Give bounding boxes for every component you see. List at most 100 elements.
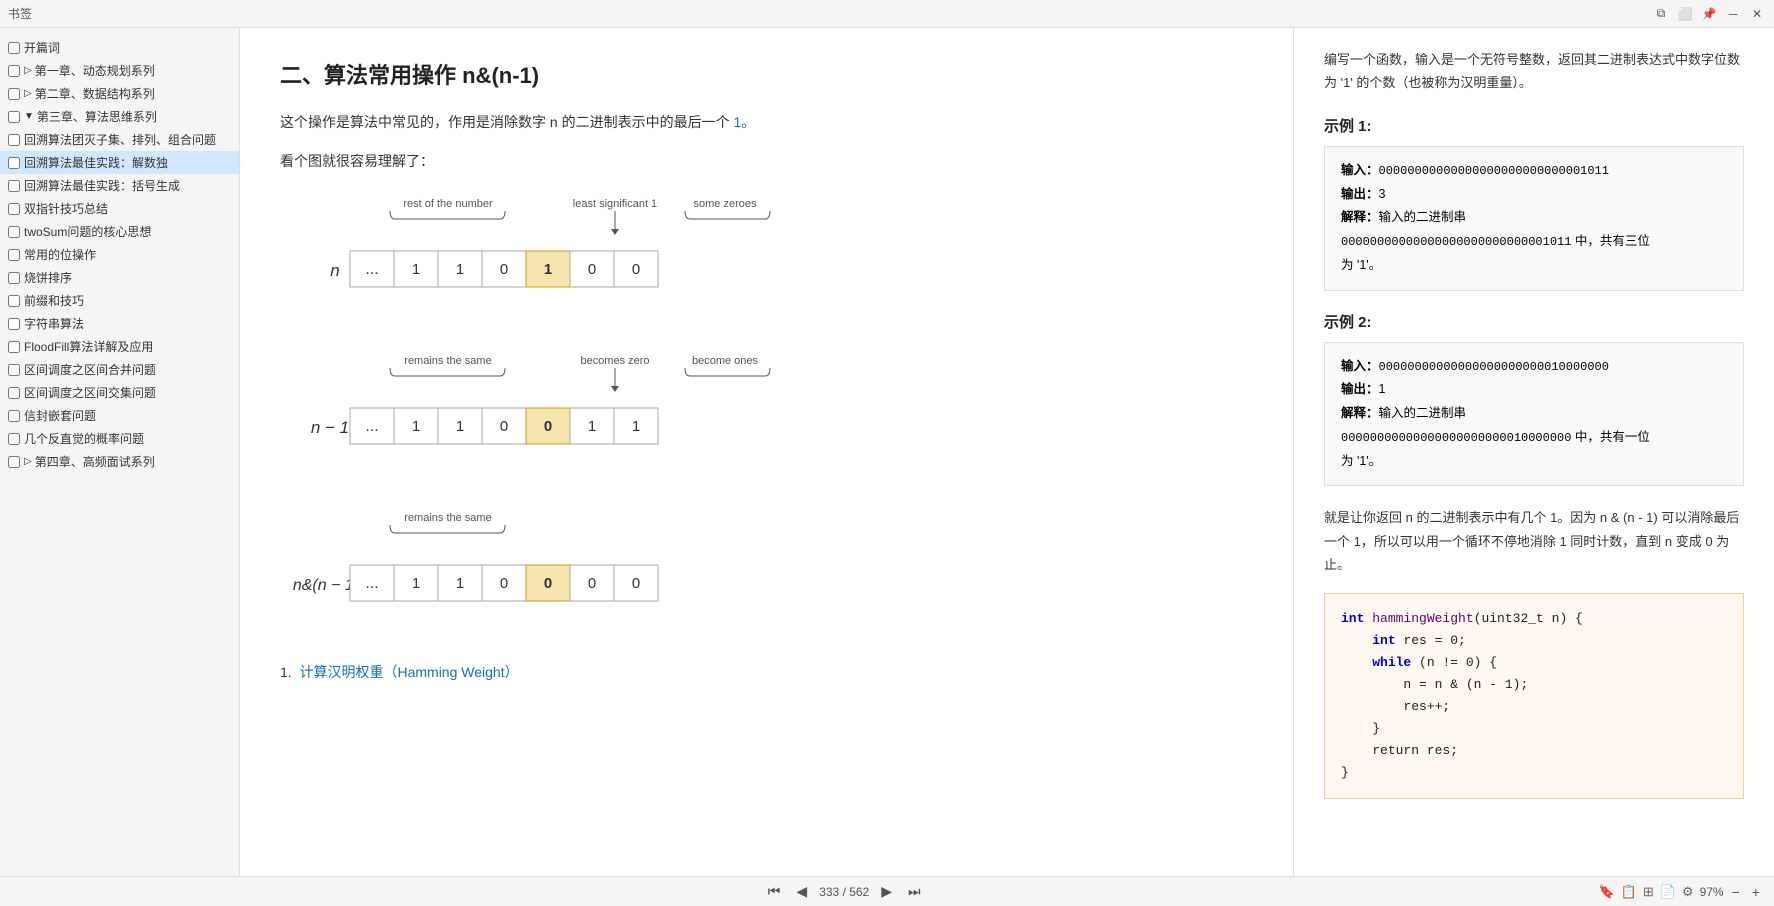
example2-box: 输入：00000000000000000000000010000000 输出：1… <box>1324 342 1744 487</box>
zoom-out-btn[interactable]: − <box>1728 882 1744 902</box>
sidebar-checkbox-ch3-5[interactable] <box>8 226 20 238</box>
sidebar-checkbox-ch2[interactable] <box>8 88 20 100</box>
d2-cell-1c-text: 1 <box>588 418 596 435</box>
example2-output: 输出：1 <box>1341 378 1727 402</box>
title-label: 书签 <box>8 5 32 22</box>
example1-output-val: 3 <box>1379 187 1386 201</box>
sidebar-checkbox-ch3-12[interactable] <box>8 387 20 399</box>
sidebar-label-ch3-4: 双指针技巧总结 <box>24 200 108 217</box>
sidebar-item-ch3-6[interactable]: 常用的位操作 <box>0 243 239 266</box>
sidebar-item-ch3-4[interactable]: 双指针技巧总结 <box>0 197 239 220</box>
sidebar-item-ch3-10[interactable]: FloodFill算法详解及应用 <box>0 335 239 358</box>
nav-last-btn[interactable]: ⏭ <box>904 881 925 902</box>
restore-btn[interactable]: ⧉ <box>1652 5 1670 23</box>
page-layout-btn[interactable]: 📄 <box>1660 884 1676 900</box>
code-line-res: res++; <box>1403 699 1450 714</box>
cell-0b-text: 0 <box>588 261 596 278</box>
desc-text: 这个操作是算法中常见的，作用是消除数字 n 的二进制表示中的最后一个 <box>280 114 730 130</box>
bookmark-icon-btn[interactable]: 🔖 <box>1598 884 1614 900</box>
sidebar-label-ch3-3: 回溯算法最佳实践：括号生成 <box>24 177 180 194</box>
sidebar-checkbox-ch3-2[interactable] <box>8 157 20 169</box>
sidebar-item-ch3-14[interactable]: 几个反直觉的概率问题 <box>0 427 239 450</box>
sidebar-item-ch3-2[interactable]: 回溯算法最佳实践：解数独 <box>0 151 239 174</box>
sidebar-item-ch3-7[interactable]: 烧饼排序 <box>0 266 239 289</box>
sidebar-checkbox-kaipian[interactable] <box>8 42 20 54</box>
description: 这个操作是算法中常见的，作用是消除数字 n 的二进制表示中的最后一个 1。 <box>280 110 1253 135</box>
sidebar-checkbox-ch3-9[interactable] <box>8 318 20 330</box>
sidebar-checkbox-ch1[interactable] <box>8 65 20 77</box>
sidebar-checkbox-ch3-11[interactable] <box>8 364 20 376</box>
sidebar-item-ch2[interactable]: ▷ 第二章、数据结构系列 <box>0 82 239 105</box>
sidebar-checkbox-ch3-6[interactable] <box>8 249 20 261</box>
sidebar-item-ch4[interactable]: ▷ 第四章、高频面试系列 <box>0 450 239 473</box>
sidebar-checkbox-ch3-7[interactable] <box>8 272 20 284</box>
right-desc: 编写一个函数，输入是一个无符号整数，返回其二进制表达式中数字位数为 '1' 的个… <box>1324 48 1744 95</box>
ann-lsb-label: least significant 1 <box>573 198 657 210</box>
code-close-brace2: } <box>1341 765 1349 780</box>
ann-remains-brace <box>390 368 505 376</box>
sidebar-checkbox-ch3-8[interactable] <box>8 295 20 307</box>
code-kw-int2: int <box>1372 633 1395 648</box>
ann-becomes-zero-arrow <box>611 386 619 392</box>
cell-0c-text: 0 <box>632 261 640 278</box>
nav-first-btn[interactable]: ⏮ <box>764 881 785 902</box>
code-res-decl: res = 0; <box>1403 633 1465 648</box>
hw-item-link[interactable]: 计算汉明权重（Hamming Weight） <box>299 664 518 680</box>
sidebar-item-ch3-8[interactable]: 前缀和技巧 <box>0 289 239 312</box>
sidebar-checkbox-ch3-1[interactable] <box>8 134 20 146</box>
example2-input-code: 00000000000000000000000010000000 <box>1379 360 1609 374</box>
desc-link[interactable]: 1。 <box>730 114 756 130</box>
ann-remains-label: remains the same <box>404 355 491 367</box>
page-indicator: 333 / 562 <box>819 885 869 899</box>
code-block: int hammingWeight(uint32_t n) { int res … <box>1324 593 1744 800</box>
sidebar-item-ch3-3[interactable]: 回溯算法最佳实践：括号生成 <box>0 174 239 197</box>
sidebar-item-kaipian[interactable]: 开篇词 <box>0 36 239 59</box>
d3-cell-0c-text: 0 <box>632 575 640 592</box>
example1-explain-code: 00000000000000000000000000001011 <box>1341 235 1571 249</box>
look-text: 看个图就很容易理解了： <box>280 151 1253 171</box>
diagram3-svg: remains the same n&(n − 1) ... 1 1 0 <box>280 505 820 635</box>
layout-icon-btn[interactable]: ⊞ <box>1643 884 1654 900</box>
sidebar-item-ch1[interactable]: ▷ 第一章、动态规划系列 <box>0 59 239 82</box>
sidebar-checkbox-ch3-3[interactable] <box>8 180 20 192</box>
ann-zeroes-brace <box>685 211 770 219</box>
diagram3: remains the same n&(n − 1) ... 1 1 0 <box>280 505 1253 638</box>
sidebar-checkbox-ch3-4[interactable] <box>8 203 20 215</box>
example2-explain-end2: 为 '1'。 <box>1341 454 1381 468</box>
sidebar-item-ch3-13[interactable]: 信封嵌套问题 <box>0 404 239 427</box>
nav-next-btn[interactable]: ▶ <box>877 881 896 902</box>
sidebar-checkbox-ch4[interactable] <box>8 456 20 468</box>
sidebar-checkbox-ch3-14[interactable] <box>8 433 20 445</box>
cell-0a-text: 0 <box>500 261 508 278</box>
example2-explain-code: 00000000000000000000000010000000 <box>1341 431 1571 445</box>
d3-cell-0a-text: 0 <box>500 575 508 592</box>
pin-btn[interactable]: 📌 <box>1700 5 1718 23</box>
sidebar-checkbox-ch3[interactable] <box>8 111 20 123</box>
close-btn[interactable]: ✕ <box>1748 5 1766 23</box>
cell-1b-text: 1 <box>456 261 464 278</box>
example1-input: 输入：00000000000000000000000000001011 <box>1341 159 1727 183</box>
title-bar-controls: ⧉ ⬜ 📌 ─ ✕ <box>1652 5 1766 23</box>
copy-icon-btn[interactable]: 📋 <box>1621 884 1637 900</box>
sidebar-item-ch3-5[interactable]: twoSum问题的核心思想 <box>0 220 239 243</box>
n-and-label: n&(n − 1) <box>293 577 359 594</box>
cell-1-hi-text: 1 <box>544 261 552 278</box>
sidebar-item-ch3-11[interactable]: 区间调度之区间合并问题 <box>0 358 239 381</box>
sidebar-label-ch3-7: 烧饼排序 <box>24 269 72 286</box>
maximize-btn[interactable]: ⬜ <box>1676 5 1694 23</box>
ann-remains3-label: remains the same <box>404 512 491 524</box>
sidebar-item-ch3[interactable]: ▼ 第三章、算法思维系列 <box>0 105 239 128</box>
ann-rest-brace <box>390 211 505 219</box>
sidebar-checkbox-ch3-13[interactable] <box>8 410 20 422</box>
sidebar-label-ch3-9: 字符串算法 <box>24 315 84 332</box>
zoom-in-btn[interactable]: + <box>1748 882 1764 902</box>
minimize-btn[interactable]: ─ <box>1724 5 1742 23</box>
sidebar-item-ch3-9[interactable]: 字符串算法 <box>0 312 239 335</box>
sidebar-checkbox-ch3-10[interactable] <box>8 341 20 353</box>
nav-prev-btn[interactable]: ◀ <box>792 881 811 902</box>
sidebar-label-ch3-11: 区间调度之区间合并问题 <box>24 361 156 378</box>
sidebar-item-ch3-1[interactable]: 回溯算法团灭子集、排列、组合问题 <box>0 128 239 151</box>
settings-icon-btn[interactable]: ⚙ <box>1682 884 1694 900</box>
sidebar-item-ch3-12[interactable]: 区间调度之区间交集问题 <box>0 381 239 404</box>
d3-cell-1a-text: 1 <box>412 575 420 592</box>
